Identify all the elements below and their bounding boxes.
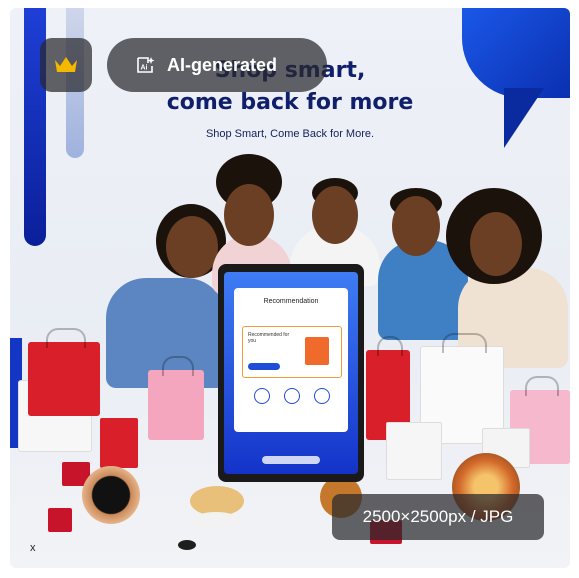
corner-mark: x bbox=[30, 542, 36, 554]
tablet-device: Recommendation Recommended for you bbox=[218, 264, 364, 482]
gift-box bbox=[48, 508, 72, 532]
dimensions-badge: 2500×2500px / JPG bbox=[332, 494, 544, 540]
recommendation-card: Recommendation Recommended for you bbox=[234, 288, 348, 432]
shopping-bag bbox=[28, 328, 100, 416]
recommendation-item: Recommended for you bbox=[242, 326, 342, 378]
recommendation-button bbox=[248, 363, 280, 370]
preview-image[interactable]: Shop smart, come back for more Shop Smar… bbox=[10, 8, 570, 568]
crown-icon bbox=[55, 57, 77, 72]
category-icon bbox=[314, 388, 330, 404]
category-icon bbox=[284, 388, 300, 404]
food-item bbox=[178, 540, 196, 550]
image-subheadline: Shop Smart, Come Back for More. bbox=[205, 128, 375, 140]
premium-badge[interactable] bbox=[40, 38, 92, 92]
tablet-cta-button bbox=[262, 456, 320, 464]
category-icon bbox=[254, 388, 270, 404]
image-headline: come back for more bbox=[166, 90, 414, 115]
background-ribbon bbox=[462, 8, 570, 98]
food-item bbox=[192, 512, 240, 530]
recommendation-text: Recommended for you bbox=[248, 332, 290, 344]
tablet-screen: Recommendation Recommended for you bbox=[224, 272, 358, 474]
svg-text:Ai: Ai bbox=[141, 65, 148, 72]
shopping-bag-icon bbox=[305, 337, 329, 365]
shopping-bag bbox=[148, 356, 204, 440]
ai-generated-label: AI-generated bbox=[167, 54, 278, 75]
smartwatch bbox=[82, 466, 140, 524]
ai-sparkle-icon: Ai bbox=[137, 57, 155, 73]
gift-box bbox=[100, 418, 138, 468]
card-title: Recommendation bbox=[263, 298, 319, 305]
gift-box bbox=[386, 422, 442, 480]
ai-generated-badge[interactable]: Ai AI-generated bbox=[107, 38, 327, 92]
